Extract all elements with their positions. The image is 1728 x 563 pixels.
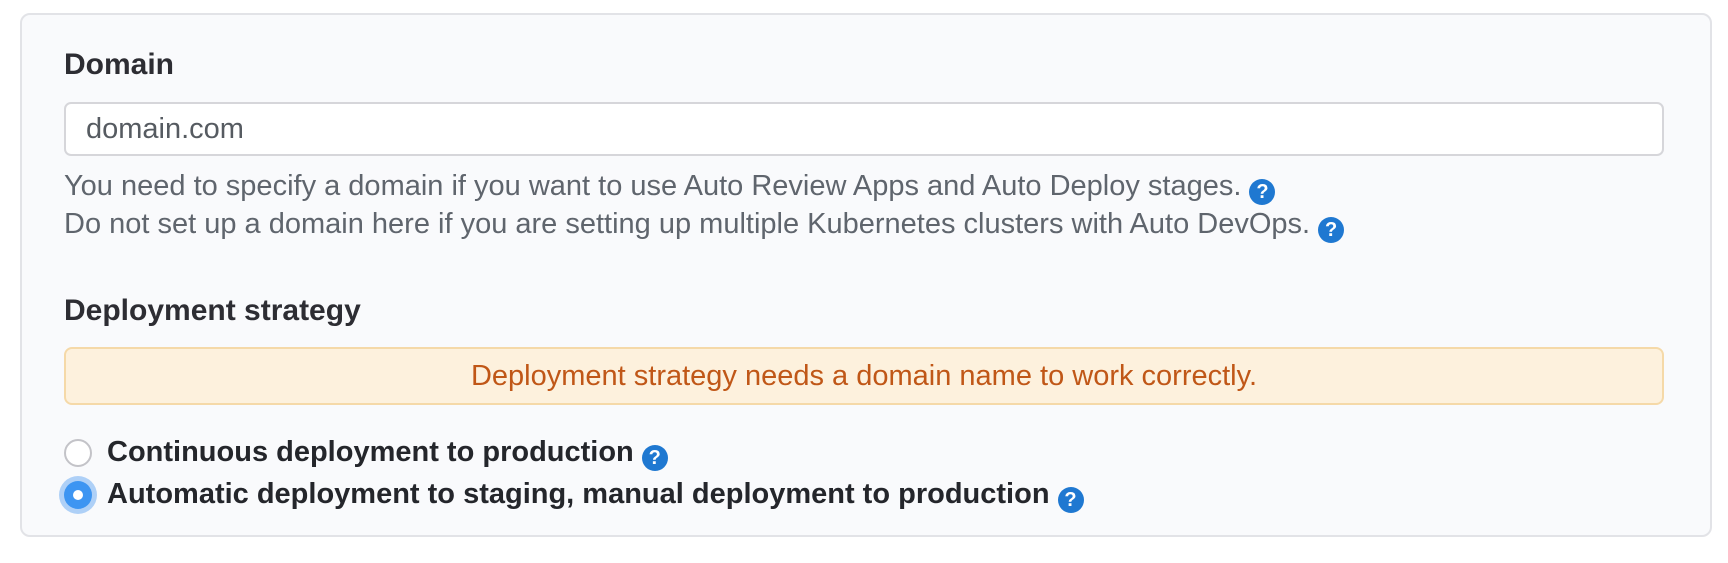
auto-devops-settings-card: Domain You need to specify a domain if y… — [20, 13, 1712, 537]
help-question-icon[interactable]: ? — [1249, 179, 1276, 205]
domain-input[interactable] — [64, 102, 1664, 156]
help-question-icon[interactable]: ? — [1057, 486, 1084, 513]
domain-help-line-2-text: Do not set up a domain here if you are s… — [64, 208, 1311, 240]
help-question-icon[interactable]: ? — [1318, 217, 1345, 243]
radio-option-2-label[interactable]: Automatic deployment to staging, manual … — [107, 478, 1084, 513]
radio-option-1-text: Continuous deployment to production — [107, 435, 634, 468]
radio-continuous-deployment[interactable] — [64, 439, 92, 467]
radio-option-1[interactable]: Continuous deployment to production? — [64, 432, 1664, 474]
radio-option-1-label[interactable]: Continuous deployment to production? — [107, 436, 668, 471]
deployment-strategy-warning-banner: Deployment strategy needs a domain name … — [64, 347, 1664, 405]
domain-help-line-1: You need to specify a domain if you want… — [64, 167, 1664, 205]
deployment-strategy-radio-group: Continuous deployment to production? Aut… — [64, 432, 1664, 516]
warning-message: Deployment strategy needs a domain name … — [470, 359, 1258, 392]
deployment-strategy-label: Deployment strategy — [64, 294, 361, 327]
radio-option-2-text: Automatic deployment to staging, manual … — [107, 477, 1050, 510]
domain-help-line-2: Do not set up a domain here if you are s… — [64, 205, 1664, 243]
domain-help-text: You need to specify a domain if you want… — [64, 167, 1664, 243]
radio-automatic-staging-deployment[interactable] — [64, 481, 92, 509]
domain-help-line-1-text: You need to specify a domain if you want… — [64, 170, 1242, 202]
help-question-icon[interactable]: ? — [641, 444, 668, 471]
domain-label: Domain — [64, 48, 175, 81]
radio-option-2[interactable]: Automatic deployment to staging, manual … — [64, 474, 1664, 516]
